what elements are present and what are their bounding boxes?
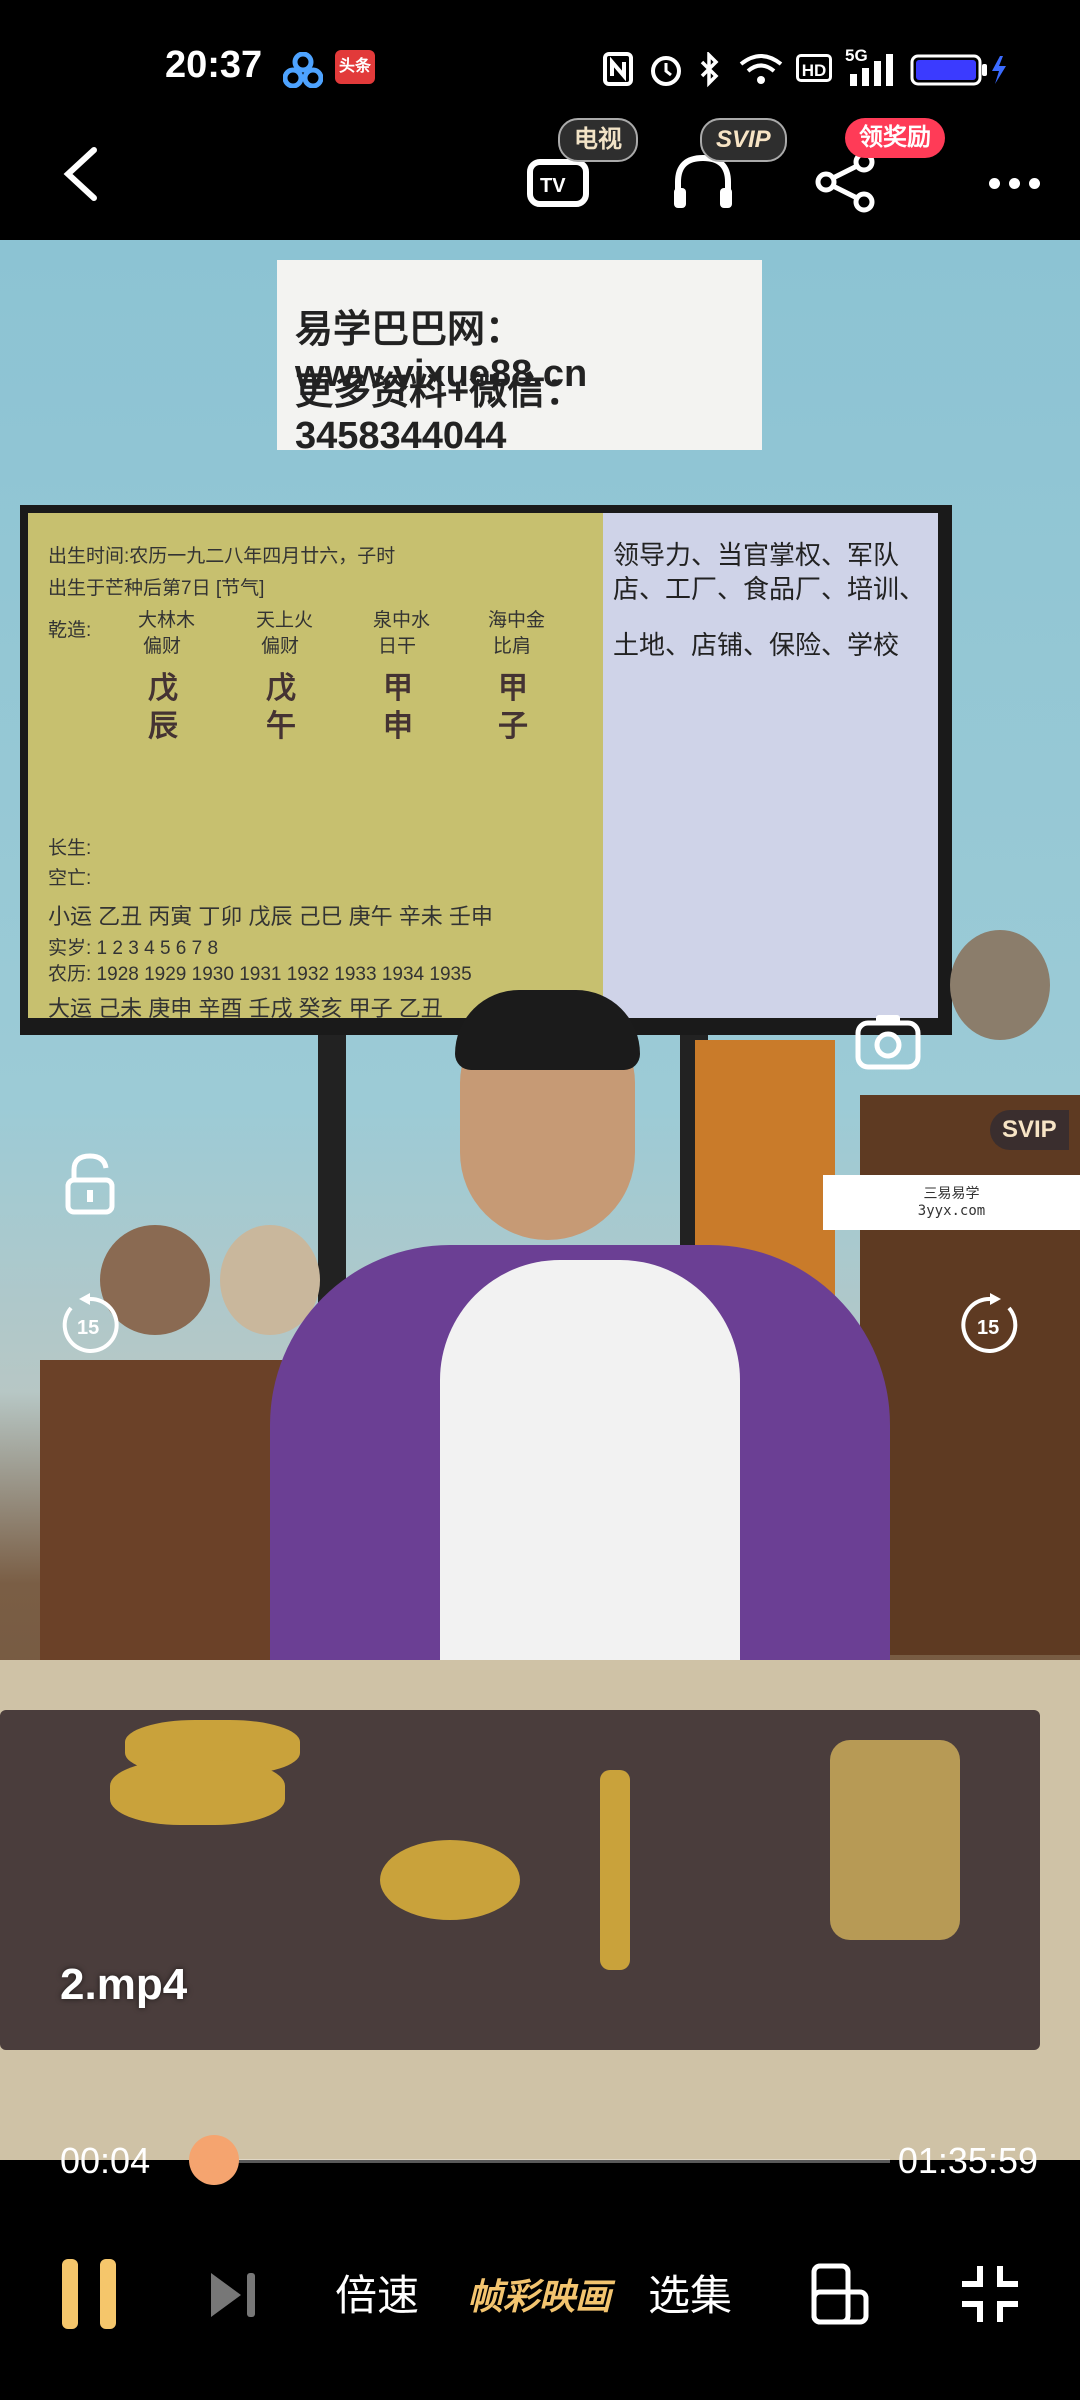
svip-badge: SVIP <box>700 118 787 162</box>
dayun-row: 大运 己未 庚申 辛酉 壬戌 癸亥 甲子 乙丑 <box>48 996 443 1018</box>
rewind-15-icon[interactable]: 15 <box>55 1290 125 1360</box>
col-role: 比肩 <box>493 636 532 657</box>
current-time: 00:04 <box>60 2140 151 2181</box>
hd-badge: HD <box>796 54 832 82</box>
tv-screen: 出生时间:农历一九二八年四月廿六，子时 出生于芒种后第7日 [节气] 乾造: 大… <box>28 513 938 1018</box>
watermark-banner: 易学巴巴网：www.yixue88.cn 更多资料+微信：3458344044 <box>277 260 762 457</box>
total-time: 01:35:59 <box>897 2140 1038 2181</box>
exit-fullscreen-icon[interactable] <box>958 2262 1022 2326</box>
brass-cup <box>830 1740 960 1940</box>
episodes-button[interactable]: 选集 <box>648 2262 732 2323</box>
signal-icon <box>850 54 893 86</box>
video-frame[interactable]: 易学巴巴网：www.yixue88.cn 更多资料+微信：3458344044 … <box>0 240 1080 2160</box>
rotate-screen-icon[interactable] <box>808 2262 872 2326</box>
watermark-line-2: 3yyx.com <box>917 1203 986 1219</box>
row-label-qianzao: 乾造: <box>48 620 92 641</box>
lock-screen-icon[interactable] <box>60 1150 120 1220</box>
forward-15-icon[interactable]: 15 <box>955 1290 1025 1360</box>
branch: 子 <box>498 710 528 743</box>
site-watermark: 三易易学 3yyx.com <box>823 1175 1080 1230</box>
bazi-chart-panel: 出生时间:农历一九二八年四月廿六，子时 出生于芒种后第7日 [节气] 乾造: 大… <box>28 513 603 1018</box>
forward-seconds: 15 <box>977 1317 999 1339</box>
toutiao-badge: 头条 <box>335 50 375 84</box>
tv-badge: 电视 <box>558 118 638 162</box>
seek-handle[interactable] <box>188 2135 239 2185</box>
battery-icon <box>910 54 1006 86</box>
col-head: 泉中水 <box>373 610 431 631</box>
chart-line-1: 出生时间:农历一九二八年四月廿六，子时 <box>48 546 396 567</box>
gold-ingot <box>380 1840 520 1920</box>
age-row: 实岁: 1 2 3 4 5 6 7 8 <box>48 938 219 959</box>
watermark-line-1: 三易易学 <box>923 1186 980 1202</box>
pause-button[interactable] <box>58 2255 122 2335</box>
tv-monitor: 出生时间:农历一九二八年四月廿六，子时 出生于芒种后第7日 [节气] 乾造: 大… <box>20 505 952 1035</box>
frame-color-button[interactable]: 帧彩映画 <box>467 2268 611 2320</box>
nfc-icon <box>603 52 633 86</box>
more-options-icon[interactable] <box>980 176 1040 194</box>
progress-row: 00:04 01:35:59 <box>0 2130 1080 2190</box>
presenter-hair <box>455 990 640 1070</box>
back-button[interactable] <box>58 144 106 204</box>
video-filename: 2.mp4 <box>60 1960 188 2009</box>
svg-text:TV: TV <box>540 175 566 197</box>
svip-side-badge[interactable]: SVIP <box>990 1110 1069 1150</box>
branch: 申 <box>383 710 413 743</box>
branch: 午 <box>266 710 296 743</box>
year-row: 农历: 1928 1929 1930 1931 1932 1933 1934 1… <box>48 964 472 985</box>
reward-badge[interactable]: 领奖励 <box>845 118 945 158</box>
col-head: 天上火 <box>256 610 314 631</box>
screen-right-line-3: 土地、店铺、保险、学校 <box>613 630 900 660</box>
player-top-bar: TV 电视 SVIP 领奖励 <box>0 110 1080 240</box>
banner-line-2: 更多资料+微信：3458344044 <box>295 371 584 457</box>
speed-button[interactable]: 倍速 <box>335 2262 419 2323</box>
next-episode-icon[interactable] <box>205 2265 265 2325</box>
screenshot-camera-icon[interactable] <box>843 1005 933 1085</box>
app-cloud-icon <box>283 52 323 88</box>
player-bottom-bar: 倍速 帧彩映画 选集 <box>0 2190 1080 2400</box>
rewind-seconds: 15 <box>77 1317 99 1339</box>
bluetooth-icon <box>700 52 719 88</box>
row-label-kongwang: 空亡: <box>48 868 92 889</box>
gold-plate <box>110 1760 285 1825</box>
row-label-changsheng: 长生: <box>48 838 92 859</box>
chart-line-2: 出生于芒种后第7日 [节气] <box>48 578 265 599</box>
wall-ornament <box>950 930 1050 1040</box>
wifi-icon <box>739 54 783 84</box>
seek-bar[interactable] <box>190 2159 890 2163</box>
coin-stand <box>600 1770 630 1970</box>
col-head: 大林木 <box>138 610 196 631</box>
col-role: 偏财 <box>143 636 182 657</box>
luck-row: 小运 乙丑 丙寅 丁卯 戊辰 己巳 庚午 辛未 壬申 <box>48 904 493 929</box>
screen-right-line-2: 店、工厂、食品厂、培训、 <box>613 574 926 604</box>
branch: 辰 <box>148 710 178 743</box>
presenter-shirt <box>440 1260 740 1680</box>
screen-right-line-1: 领导力、当官掌权、军队 <box>613 540 900 570</box>
col-role: 日干 <box>378 636 417 657</box>
alarm-icon <box>651 56 681 86</box>
col-role: 偏财 <box>261 636 300 657</box>
status-time: 20:37 <box>165 44 263 86</box>
col-head: 海中金 <box>488 610 546 631</box>
